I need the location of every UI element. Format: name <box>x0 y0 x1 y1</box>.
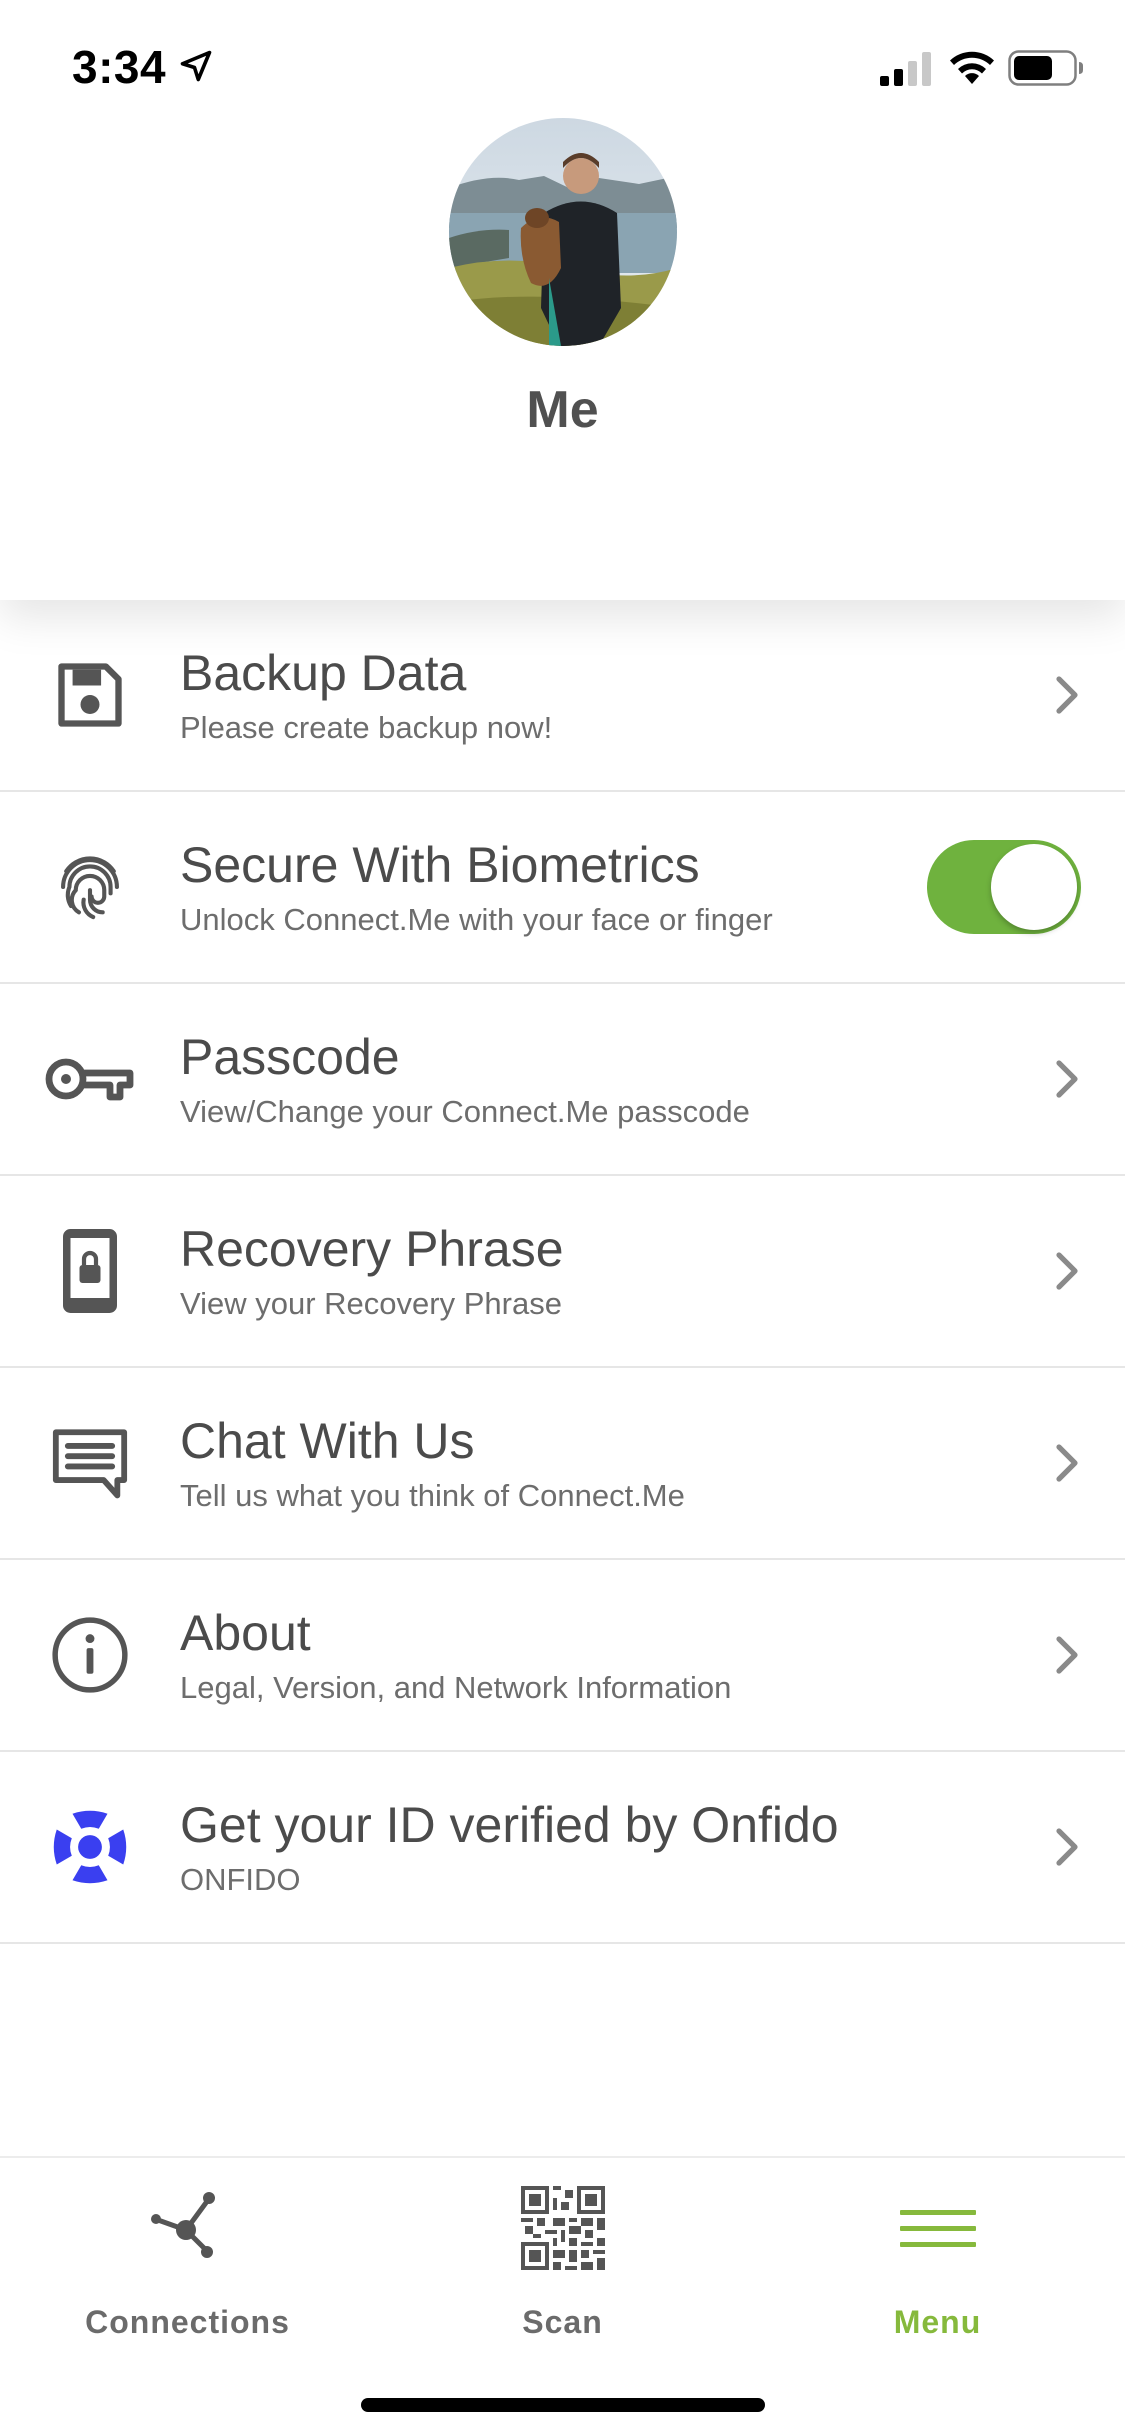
battery-icon <box>1008 50 1083 86</box>
menu-item-title: Recovery Phrase <box>180 1221 564 1277</box>
location-arrow-icon <box>180 50 212 82</box>
qr-code-icon <box>520 2186 605 2270</box>
chevron-right-icon <box>1056 1444 1078 1482</box>
hamburger-menu-icon <box>899 2210 976 2247</box>
cellular-signal-icon <box>880 52 931 86</box>
menu-item-subtitle: Legal, Version, and Network Information <box>180 1670 732 1705</box>
menu-item-subtitle: Unlock Connect.Me with your face or fing… <box>180 902 773 937</box>
tab-scan[interactable]: Scan <box>375 2158 750 2358</box>
bottom-tab-bar: Connections Scan Menu <box>0 2156 1125 2436</box>
menu-item-passcode[interactable]: Passcode View/Change your Connect.Me pas… <box>0 984 1125 1176</box>
fingerprint-icon <box>42 839 138 935</box>
biometrics-toggle[interactable] <box>927 840 1081 934</box>
onfido-logo-icon <box>42 1799 138 1895</box>
menu-item-about[interactable]: About Legal, Version, and Network Inform… <box>0 1560 1125 1752</box>
menu-item-title: About <box>180 1605 311 1661</box>
menu-item-secure-biometrics: Secure With Biometrics Unlock Connect.Me… <box>0 792 1125 984</box>
menu-item-title: Secure With Biometrics <box>180 837 700 893</box>
status-time: 3:34 <box>72 41 167 93</box>
tab-label: Scan <box>522 2304 603 2340</box>
save-icon <box>42 647 138 743</box>
menu-item-subtitle: Tell us what you think of Connect.Me <box>180 1478 685 1513</box>
menu-item-recovery-phrase[interactable]: Recovery Phrase View your Recovery Phras… <box>0 1176 1125 1368</box>
key-icon <box>42 1031 138 1127</box>
menu-item-subtitle: Please create backup now! <box>180 710 553 745</box>
connections-icon <box>150 2192 215 2258</box>
chevron-right-icon <box>1056 1252 1078 1290</box>
menu-item-subtitle: View/Change your Connect.Me passcode <box>180 1094 750 1129</box>
chevron-right-icon <box>1056 1060 1078 1098</box>
wifi-icon <box>950 51 994 84</box>
menu-item-subtitle: View your Recovery Phrase <box>180 1286 562 1321</box>
status-bar: 3:34 <box>0 0 1125 132</box>
tab-menu[interactable]: Menu <box>750 2158 1125 2358</box>
menu-item-title: Get your ID verified by Onfido <box>180 1797 839 1853</box>
menu-item-title: Backup Data <box>180 645 467 701</box>
phone-lock-icon <box>42 1223 138 1319</box>
menu-item-chat-with-us[interactable]: Chat With Us Tell us what you think of C… <box>0 1368 1125 1560</box>
settings-menu-list: Backup Data Please create backup now! Se… <box>0 600 1125 1944</box>
profile-header: 3:34 Me <box>0 0 1125 600</box>
menu-item-title: Passcode <box>180 1029 400 1085</box>
menu-item-subtitle: ONFIDO <box>180 1862 301 1897</box>
menu-item-title: Chat With Us <box>180 1413 475 1469</box>
chevron-right-icon <box>1056 1828 1078 1866</box>
profile-photo <box>449 118 677 346</box>
chat-icon <box>42 1415 138 1511</box>
toggle-knob <box>991 844 1077 930</box>
profile-name: Me <box>526 381 599 439</box>
menu-item-backup-data[interactable]: Backup Data Please create backup now! <box>0 600 1125 792</box>
home-indicator[interactable] <box>361 2398 765 2412</box>
tab-label: Menu <box>893 2304 982 2340</box>
menu-item-onfido[interactable]: Get your ID verified by Onfido ONFIDO <box>0 1752 1125 1944</box>
profile-avatar[interactable] <box>449 118 677 346</box>
chevron-right-icon <box>1056 1636 1078 1674</box>
tab-connections[interactable]: Connections <box>0 2158 375 2358</box>
info-icon <box>42 1607 138 1703</box>
chevron-right-icon <box>1056 676 1078 714</box>
tab-label: Connections <box>85 2304 290 2340</box>
